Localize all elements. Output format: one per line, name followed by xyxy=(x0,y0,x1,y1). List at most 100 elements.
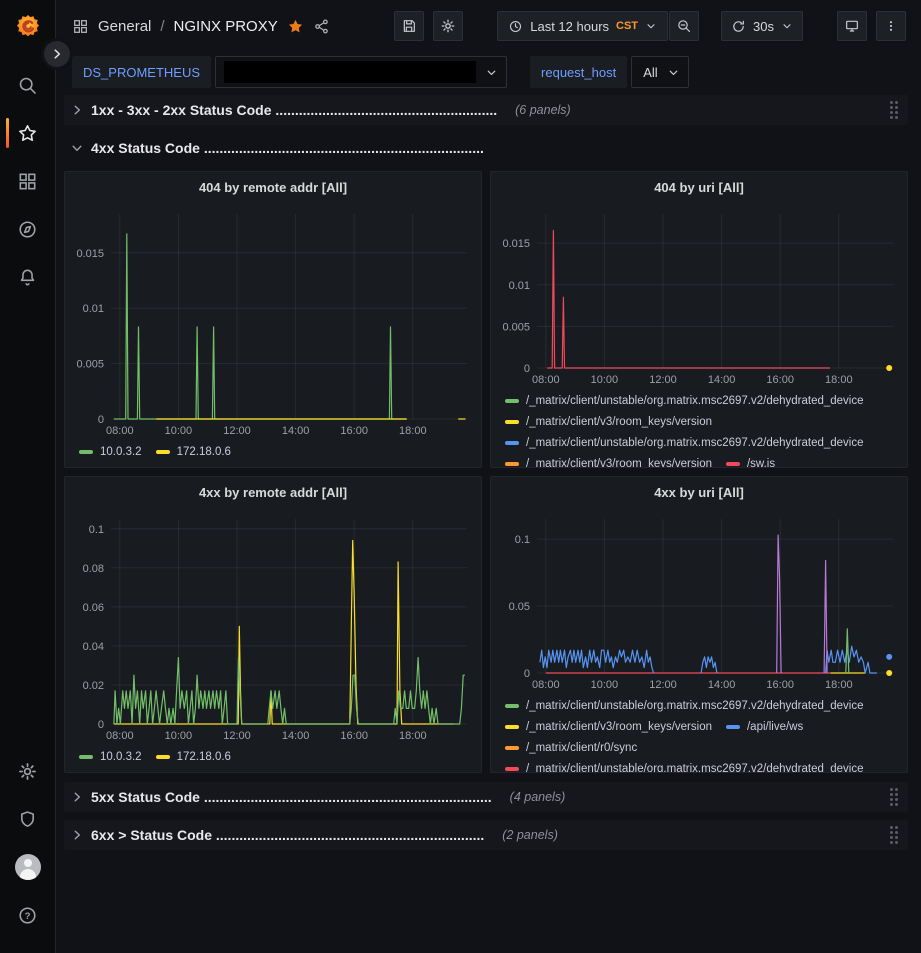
legend-label: /_matrix/client/v3/room_keys/version xyxy=(526,416,712,428)
sidebar-item-search[interactable] xyxy=(0,61,56,109)
redacted-value xyxy=(224,61,476,83)
legend-label: /_matrix/client/unstable/org.matrix.msc2… xyxy=(526,763,864,773)
legend-label: 10.0.3.2 xyxy=(100,751,142,763)
panel-4xx-by-uri: 4xx by uri [All] 00.050.108:0010:0012:00… xyxy=(490,476,908,773)
legend-label: 172.18.0.6 xyxy=(177,751,231,763)
legend-swatch xyxy=(505,704,519,708)
legend-item[interactable]: /_matrix/client/v3/room_keys/version xyxy=(505,716,712,737)
sidebar-item-alerting[interactable] xyxy=(0,253,56,301)
svg-text:16:00: 16:00 xyxy=(766,679,794,691)
legend-item[interactable]: /api/live/ws xyxy=(726,716,803,737)
legend-swatch xyxy=(505,441,519,445)
variable-select-ds-prometheus[interactable] xyxy=(215,56,507,88)
svg-text:14:00: 14:00 xyxy=(708,374,736,386)
timeseries-chart[interactable]: 00.0050.010.01508:0010:0012:0014:0016:00… xyxy=(65,200,481,439)
panel-title[interactable]: 4xx by remote addr [All] xyxy=(65,481,481,505)
more-options-button[interactable] xyxy=(876,11,906,41)
kebab-menu-icon xyxy=(883,18,899,34)
panel-legend: 10.0.3.2 172.18.0.6 xyxy=(65,439,481,467)
timeseries-chart[interactable]: 00.020.040.060.080.108:0010:0012:0014:00… xyxy=(65,505,481,744)
row-header-6xx[interactable]: 6xx > Status Code ......................… xyxy=(64,820,908,850)
legend-label: /sw.js xyxy=(747,458,775,468)
legend-item[interactable]: 172.18.0.6 xyxy=(156,746,231,767)
svg-text:0.015: 0.015 xyxy=(76,248,104,260)
legend-item[interactable]: /_matrix/client/unstable/org.matrix.msc2… xyxy=(505,695,864,716)
legend-item[interactable]: /_matrix/client/unstable/org.matrix.msc2… xyxy=(505,432,864,453)
variable-label-request-host[interactable]: request_host xyxy=(530,56,627,88)
svg-text:0.005: 0.005 xyxy=(502,321,530,333)
legend-item[interactable]: /_matrix/client/v3/room_keys/version xyxy=(505,411,712,432)
legend-item[interactable]: /_matrix/client/v3/room_keys/version xyxy=(505,453,712,467)
variable-value-request-host: All xyxy=(640,65,657,80)
sidebar-expand-button[interactable] xyxy=(44,41,70,67)
grafana-logo-icon[interactable] xyxy=(15,13,41,39)
svg-text:0.02: 0.02 xyxy=(83,680,104,692)
legend-item[interactable]: 172.18.0.6 xyxy=(156,441,231,462)
svg-text:0.06: 0.06 xyxy=(83,602,104,614)
panel-title[interactable]: 404 by uri [All] xyxy=(491,176,907,200)
row-title: 6xx > Status Code ......................… xyxy=(91,827,484,843)
save-icon xyxy=(401,18,417,34)
svg-text:10:00: 10:00 xyxy=(591,374,619,386)
timeseries-chart[interactable]: 00.0050.010.01508:0010:0012:0014:0016:00… xyxy=(491,200,907,388)
legend-swatch xyxy=(505,746,519,750)
variable-select-request-host[interactable]: All xyxy=(631,56,688,88)
row-header-4xx[interactable]: 4xx Status Code ........................… xyxy=(64,133,908,163)
row-drag-handle[interactable] xyxy=(888,99,900,121)
kiosk-mode-button[interactable] xyxy=(837,11,867,41)
svg-text:?: ? xyxy=(25,911,31,922)
zoom-out-time-button[interactable] xyxy=(669,11,699,41)
svg-text:10:00: 10:00 xyxy=(591,679,619,691)
share-icon xyxy=(313,18,330,35)
legend-swatch xyxy=(505,462,519,466)
refresh-picker[interactable]: 30s xyxy=(721,11,803,41)
sidebar-item-profile[interactable] xyxy=(0,843,56,891)
sidebar-item-explore[interactable] xyxy=(0,205,56,253)
chevron-down-icon xyxy=(667,66,680,79)
legend-item[interactable]: /_matrix/client/unstable/org.matrix.msc2… xyxy=(505,390,864,411)
chevron-right-icon xyxy=(70,828,84,842)
legend-item[interactable]: 10.0.3.2 xyxy=(79,746,142,767)
sidebar-item-server-admin[interactable] xyxy=(0,795,56,843)
legend-item[interactable]: /sw.js xyxy=(726,453,775,467)
legend-item[interactable]: /_matrix/client/r0/sync xyxy=(505,737,637,758)
legend-swatch xyxy=(79,755,93,759)
time-range-picker[interactable]: Last 12 hours CST xyxy=(497,11,668,41)
timeseries-chart[interactable]: 00.050.108:0010:0012:0014:0016:0018:00 xyxy=(491,505,907,693)
sidebar-item-dashboards[interactable] xyxy=(0,157,56,205)
sidebar-item-help[interactable]: ? xyxy=(0,891,56,939)
breadcrumb-folder[interactable]: General xyxy=(98,18,151,35)
legend-label: /_matrix/client/unstable/org.matrix.msc2… xyxy=(526,395,864,407)
row-header-1xx-3xx-2xx[interactable]: 1xx - 3xx - 2xx Status Code ............… xyxy=(64,95,908,125)
row-header-5xx[interactable]: 5xx Status Code ........................… xyxy=(64,782,908,812)
dashboard-title[interactable]: NGINX PROXY xyxy=(174,18,278,35)
chevron-right-icon xyxy=(50,47,64,61)
variable-label-ds-prometheus[interactable]: DS_PROMETHEUS xyxy=(72,56,211,88)
panel-title[interactable]: 404 by remote addr [All] xyxy=(65,176,481,200)
row-title: 5xx Status Code ........................… xyxy=(91,789,492,805)
sidebar-item-starred[interactable] xyxy=(0,109,56,157)
svg-text:18:00: 18:00 xyxy=(825,679,853,691)
row-drag-handle[interactable] xyxy=(888,786,900,808)
shield-icon xyxy=(17,809,38,830)
favorite-star-button[interactable] xyxy=(287,18,304,35)
chevron-down-icon xyxy=(781,20,793,32)
search-icon xyxy=(17,75,38,96)
panel-title[interactable]: 4xx by uri [All] xyxy=(491,481,907,505)
dashboard-settings-button[interactable] xyxy=(433,11,463,41)
chevron-down-icon xyxy=(70,141,84,155)
save-dashboard-button[interactable] xyxy=(394,11,424,41)
chevron-down-icon xyxy=(485,66,498,79)
legend-item[interactable]: 10.0.3.2 xyxy=(79,441,142,462)
nav-actions: Last 12 hours CST 30s xyxy=(394,11,906,41)
svg-text:0.015: 0.015 xyxy=(502,238,530,250)
svg-text:0.05: 0.05 xyxy=(509,601,530,613)
svg-text:08:00: 08:00 xyxy=(532,679,560,691)
legend-item[interactable]: /_matrix/client/unstable/org.matrix.msc2… xyxy=(505,758,864,772)
row-panel-count: (4 panels) xyxy=(510,790,566,804)
share-dashboard-button[interactable] xyxy=(313,18,330,35)
svg-text:14:00: 14:00 xyxy=(282,730,310,742)
row-drag-handle[interactable] xyxy=(888,824,900,846)
legend-label: /api/live/ws xyxy=(747,721,803,733)
sidebar-item-configuration[interactable] xyxy=(0,747,56,795)
